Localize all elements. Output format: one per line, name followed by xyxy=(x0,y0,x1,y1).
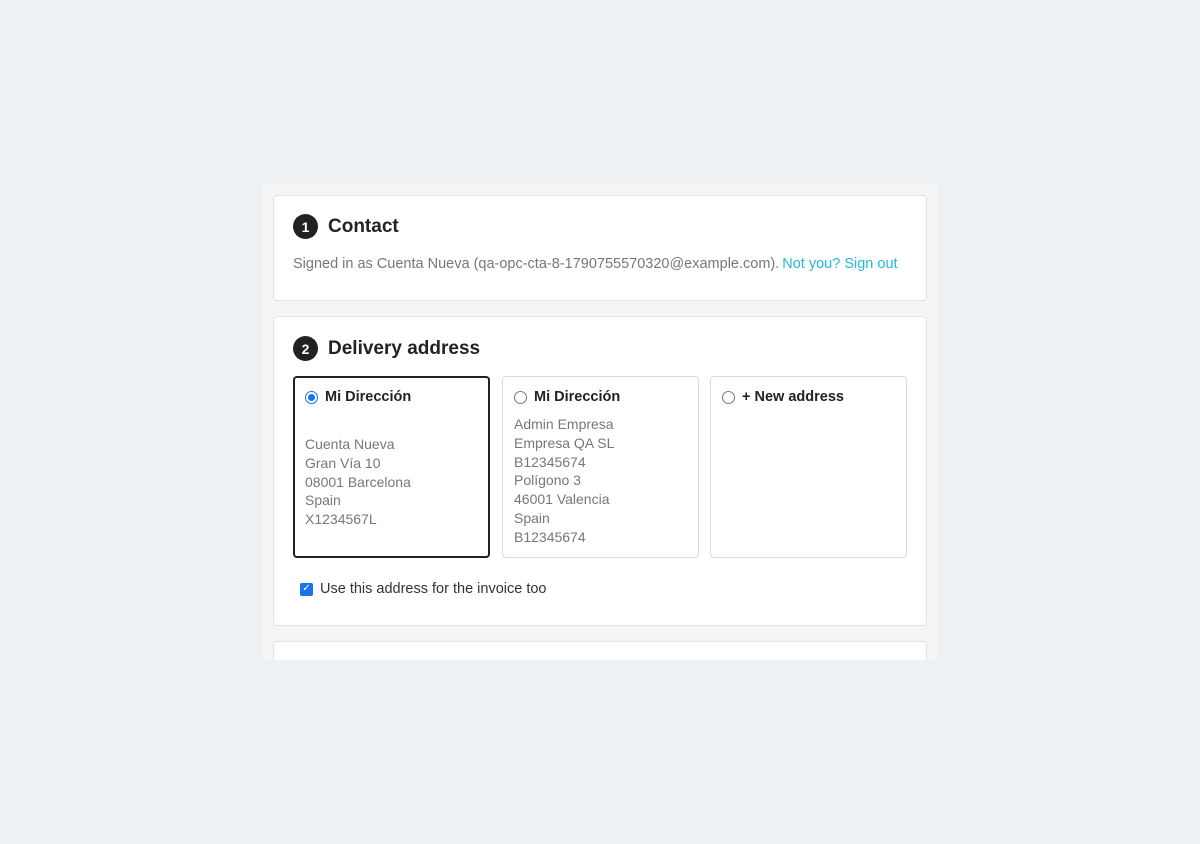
address-lines: Cuenta Nueva Gran Vía 10 08001 Barcelona… xyxy=(305,435,411,529)
new-address-title: + New address xyxy=(742,389,844,405)
address-option-1[interactable]: Mi Dirección Cuenta Nueva Gran Vía 10 08… xyxy=(293,376,490,558)
address-line: B12345674 xyxy=(514,453,586,470)
address-option-header: Mi Dirección xyxy=(514,389,620,405)
address-lines: Admin Empresa Empresa QA SL B12345674 Po… xyxy=(514,415,614,547)
new-address-radio[interactable] xyxy=(722,390,735,404)
address-option-header: + New address xyxy=(722,389,844,405)
address-line: Spain xyxy=(514,509,550,526)
address-radio-1[interactable] xyxy=(305,390,318,404)
address-radio-2[interactable] xyxy=(514,390,527,404)
delivery-step-header: 2 Delivery address xyxy=(293,336,480,361)
address-option-2[interactable]: Mi Dirección Admin Empresa Empresa QA SL… xyxy=(502,376,699,558)
address-line: Gran Vía 10 xyxy=(305,454,381,471)
step-number-badge: 2 xyxy=(293,336,318,361)
delivery-address-section: 2 Delivery address Mi Dirección Cuenta N… xyxy=(273,316,927,626)
invoice-address-checkbox[interactable]: ✓ xyxy=(300,582,313,596)
address-line: Empresa QA SL xyxy=(514,434,615,451)
next-step-section xyxy=(273,641,927,660)
checkout-viewport: 1 Contact Signed in as Cuenta Nueva (qa-… xyxy=(262,184,938,660)
sign-out-link[interactable]: Not you? Sign out xyxy=(782,256,897,272)
contact-section: 1 Contact Signed in as Cuenta Nueva (qa-… xyxy=(273,195,927,301)
new-address-option[interactable]: + New address xyxy=(710,376,907,558)
invoice-address-checkbox-label: Use this address for the invoice too xyxy=(320,581,547,597)
contact-step-header: 1 Contact xyxy=(293,214,399,239)
signed-in-info: Signed in as Cuenta Nueva (qa-opc-cta-8-… xyxy=(293,256,898,272)
address-title: Mi Dirección xyxy=(534,389,621,405)
address-line: Cuenta Nueva xyxy=(305,436,395,452)
address-title: Mi Dirección xyxy=(325,389,412,405)
invoice-address-checkbox-row[interactable]: ✓ Use this address for the invoice too xyxy=(300,581,546,597)
delivery-title: Delivery address xyxy=(328,337,481,359)
address-line: X1234567L xyxy=(305,511,377,528)
address-line: Spain xyxy=(305,492,341,509)
contact-title: Contact xyxy=(328,215,399,237)
address-option-header: Mi Dirección xyxy=(305,389,411,405)
address-line: Admin Empresa xyxy=(514,416,614,432)
address-line: B12345674 xyxy=(514,528,586,545)
address-line: 08001 Barcelona xyxy=(305,473,411,490)
step-number-badge: 1 xyxy=(293,214,318,239)
address-line: Polígono 3 xyxy=(514,472,581,489)
address-line: 46001 Valencia xyxy=(514,491,610,508)
signed-in-text: Signed in as Cuenta Nueva (qa-opc-cta-8-… xyxy=(293,256,780,272)
